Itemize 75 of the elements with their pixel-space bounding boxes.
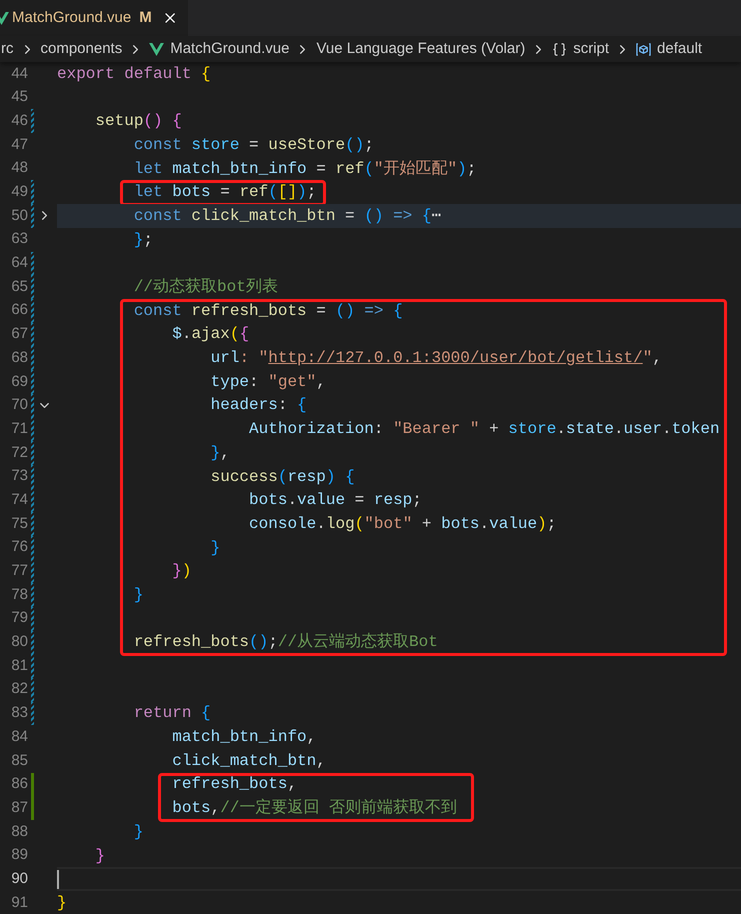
line-number: 88	[11, 822, 28, 842]
editor-tab[interactable]: MatchGround.vue M	[0, 0, 188, 36]
line-number: 66	[11, 300, 28, 320]
line-number: 77	[11, 561, 28, 582]
line-number: 71	[11, 418, 28, 439]
code-line: }	[57, 892, 67, 914]
breadcrumb-item[interactable]: default	[657, 38, 702, 60]
line-number: 79	[11, 608, 28, 628]
code-line: console.log("bot" + bots.value);	[248, 514, 556, 535]
breadcrumb-item[interactable]: rc	[1, 38, 14, 60]
line-number: 70	[11, 395, 28, 416]
line-number: 76	[11, 537, 28, 558]
code-line: return {	[132, 703, 211, 724]
code-line: }	[210, 538, 220, 559]
tab-filename: MatchGround.vue	[12, 8, 132, 28]
code-line: type: "get",	[210, 372, 326, 393]
line-number: 82	[11, 679, 28, 700]
code-line: }	[132, 584, 144, 606]
line-number: 67	[11, 324, 28, 344]
line-number: 86	[11, 774, 28, 794]
code-line: let match_btn_info = ref("开始匹配");	[132, 158, 476, 180]
line-number: 48	[11, 158, 28, 178]
line-number: 91	[11, 892, 28, 913]
code-line: })	[171, 561, 192, 582]
code-line: }	[94, 846, 106, 867]
modified-status: M	[139, 8, 152, 28]
code-line: headers: {	[210, 395, 307, 416]
line-number: 90	[11, 868, 28, 889]
line-number: 81	[11, 656, 28, 676]
breadcrumb-item[interactable]: components	[40, 38, 122, 60]
line-number: 78	[11, 584, 28, 605]
line-number: 80	[11, 632, 28, 652]
code-line: url: "http://127.0.0.1:3000/user/bot/getlist/",	[210, 348, 662, 370]
code-line: //动态获取bot列表	[132, 276, 278, 298]
code-line: const store = useStore();	[132, 134, 374, 156]
code-line: const click_match_btn = () => {⋯	[132, 206, 442, 227]
line-number: 65	[11, 276, 28, 297]
line-number: 68	[11, 348, 28, 368]
line-number: 69	[11, 372, 28, 392]
code-line: const refresh_bots = () => {	[132, 300, 403, 322]
line-number: 89	[11, 845, 28, 866]
code-line: match_btn_info,	[171, 727, 316, 748]
line-number: 47	[11, 134, 28, 155]
line-number: 46	[11, 110, 28, 131]
code-line: let bots = ref([]);	[132, 182, 316, 204]
line-number: 85	[11, 750, 28, 771]
breadcrumb-item[interactable]: script	[573, 38, 610, 60]
code-line: $.ajax({	[171, 324, 250, 346]
code-line: },	[210, 442, 230, 464]
line-number: 74	[11, 490, 28, 510]
code-line: }	[132, 822, 144, 843]
line-number: 84	[11, 726, 28, 747]
line-number: 50	[11, 206, 28, 226]
code-line: };	[132, 230, 154, 251]
code-line: click_match_btn,	[171, 750, 326, 772]
code-line: export default {	[57, 64, 211, 85]
code-line: bots.value = resp;	[248, 490, 422, 512]
code-line: Authorization: "Bearer " + store.state.user.token	[248, 419, 720, 440]
line-number: 49	[11, 182, 28, 202]
line-number: 87	[11, 798, 28, 818]
breadcrumb-item[interactable]: MatchGround.vue	[170, 38, 290, 60]
code-line: setup() {	[94, 111, 182, 132]
line-number: 64	[11, 253, 28, 274]
line-number: 75	[11, 514, 28, 534]
line-number: 44	[11, 64, 28, 84]
code-line: refresh_bots,	[171, 774, 298, 796]
line-number: 73	[11, 466, 28, 486]
line-number: 83	[11, 703, 28, 724]
line-number: 45	[11, 87, 28, 108]
line-number: 63	[11, 229, 28, 250]
breadcrumb-item[interactable]: Vue Language Features (Volar)	[316, 38, 526, 60]
code-line: refresh_bots();//从云端动态获取Bot	[132, 632, 438, 654]
code-line: bots,//一定要返回 否则前端获取不到	[171, 798, 458, 820]
line-number: 72	[11, 442, 28, 463]
code-line: success(resp) {	[210, 466, 355, 488]
